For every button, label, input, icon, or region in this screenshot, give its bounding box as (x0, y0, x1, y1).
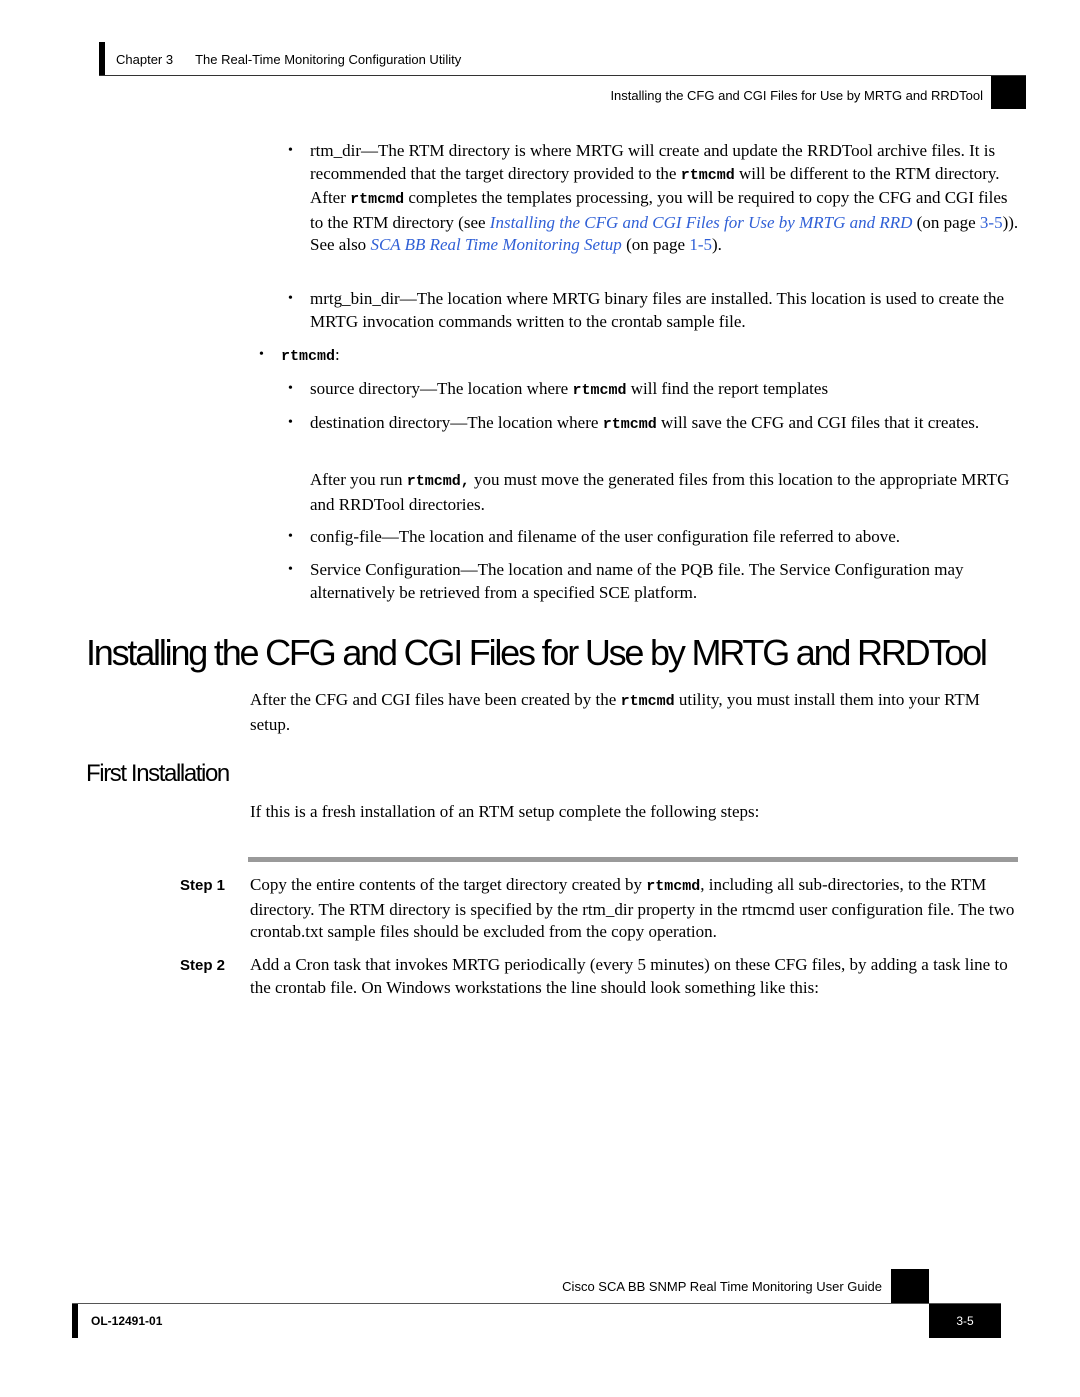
section-intro: After the CFG and CGI files have been cr… (250, 690, 980, 734)
footer-rule (72, 1303, 1001, 1304)
list-item-destination-directory: • destination directory—The location whe… (288, 413, 980, 433)
header-block-decoration (991, 76, 1026, 109)
after-run-note: After you run rtmcmd, you must move the … (310, 470, 1010, 514)
bullet-dot-icon: • (288, 143, 293, 158)
bullet-dot-icon: • (259, 347, 264, 362)
list-item-service-configuration: • Service Configuration—The location and… (288, 560, 964, 602)
link-page-3-5[interactable]: 3-5 (980, 213, 1003, 232)
footer-block-decoration (891, 1269, 929, 1304)
list-item-rtm-dir: • rtm_dir—The RTM directory is where MRT… (288, 141, 1019, 254)
step-2-label: Step 2 (180, 957, 226, 974)
bullet-dot-icon: • (288, 529, 293, 544)
code-rtmcmd: rtmcmd (680, 166, 735, 184)
header-section-title: Installing the CFG and CGI Files for Use… (610, 88, 983, 103)
code-rtmcmd: rtmcmd (350, 191, 405, 208)
link-installing-cfg-cgi[interactable]: Installing the CFG and CGI Files for Use… (490, 213, 913, 232)
footer-guide-title: Cisco SCA BB SNMP Real Time Monitoring U… (562, 1279, 882, 1294)
header-rule (99, 75, 1026, 76)
chapter-title: The Real-Time Monitoring Configuration U… (195, 52, 462, 67)
code-rtmcmd: rtmcmd (281, 348, 336, 365)
steps-divider (248, 857, 1018, 862)
step-2-text: Add a Cron task that invokes MRTG period… (250, 955, 1008, 997)
code-rtmcmd: rtmcmd (620, 693, 675, 710)
list-item-config-file: • config-file—The location and filename … (288, 526, 1020, 549)
bullet-dot-icon: • (288, 291, 293, 306)
code-rtmcmd: rtmcmd, (406, 473, 470, 490)
step-1-label: Step 1 (180, 877, 226, 894)
section-heading: Installing the CFG and CGI Files for Use… (86, 632, 988, 673)
footer-doc-code: OL-12491-01 (91, 1314, 163, 1328)
list-item-mrtg-bin-dir: • mrtg_bin_dir—The location where MRTG b… (288, 289, 1005, 331)
link-page-1-5[interactable]: 1-5 (689, 235, 712, 254)
header-bar-decoration (99, 42, 105, 76)
bullet-dot-icon: • (288, 415, 293, 430)
bullet-dot-icon: • (288, 562, 293, 577)
chapter-label: Chapter 3 (116, 52, 174, 67)
list-item-source-directory: • source directory—The location where rt… (288, 379, 829, 399)
step-1-text: Copy the entire contents of the target d… (250, 875, 1015, 941)
bullet-dot-icon: • (288, 381, 293, 396)
list-item-rtmcmd: • rtmcmd: (259, 345, 340, 365)
footer-bar-decoration (72, 1304, 78, 1338)
footer-page-number: 3-5 (929, 1304, 1001, 1338)
code-rtmcmd: rtmcmd (572, 382, 627, 399)
header-chapter: Chapter 3 The Real-Time Monitoring Config… (116, 52, 461, 67)
code-rtmcmd: rtmcmd (646, 878, 701, 895)
first-installation-intro: If this is a fresh installation of an RT… (250, 802, 760, 821)
code-rtmcmd: rtmcmd (602, 416, 657, 433)
subsection-heading: First Installation (86, 760, 230, 787)
link-rtm-setup[interactable]: SCA BB Real Time Monitoring Setup (370, 235, 621, 254)
